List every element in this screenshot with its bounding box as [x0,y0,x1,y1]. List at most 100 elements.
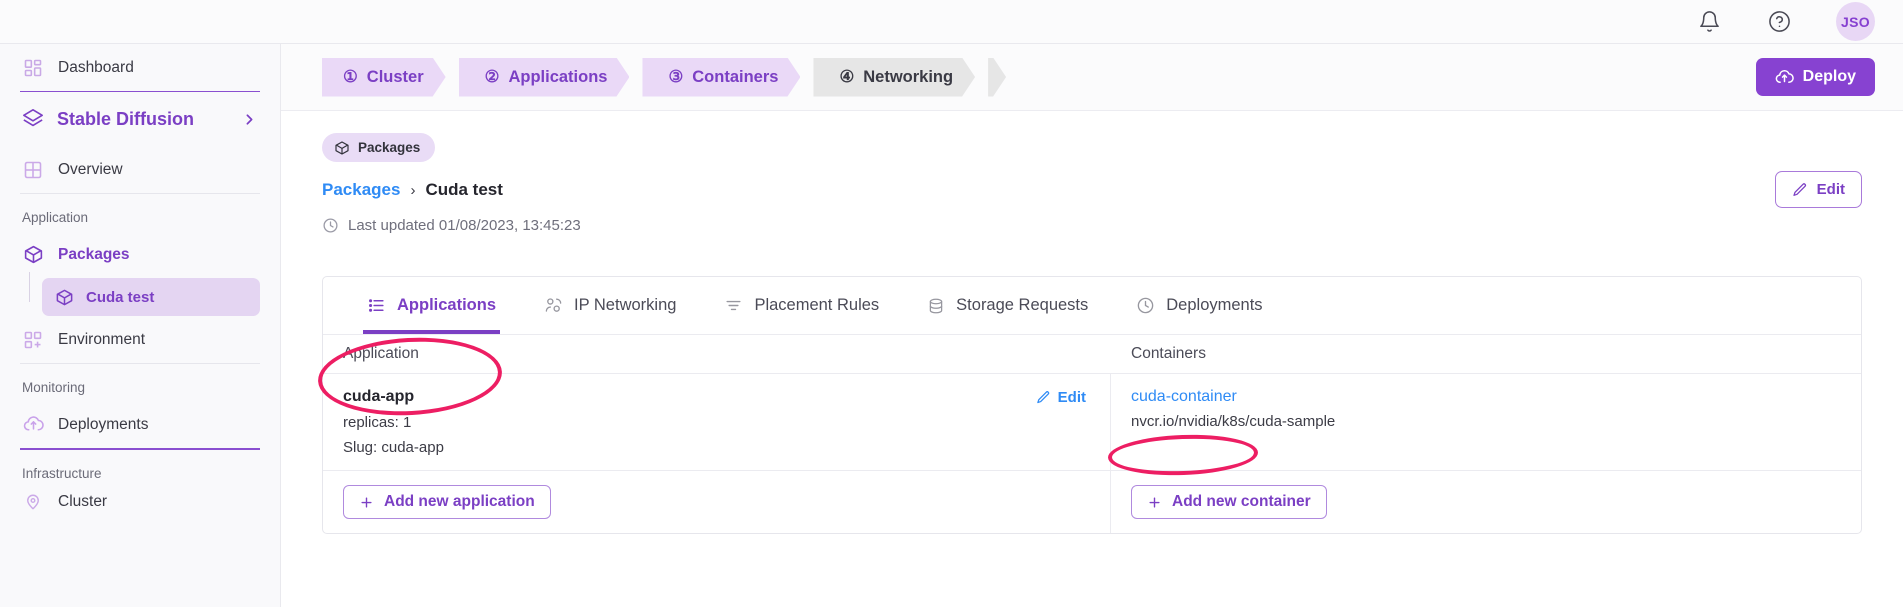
top-bar: JSO [0,0,1903,44]
tab-applications[interactable]: Applications [343,277,520,334]
breadcrumb-link-packages[interactable]: Packages [322,180,400,200]
grid-plus-icon [22,329,44,351]
tab-storage-requests[interactable]: Storage Requests [903,277,1112,334]
tab-label: Applications [397,296,497,314]
add-container-label: Add new container [1172,493,1311,510]
page-content: Packages Packages › Cuda test Last updat… [281,111,1903,607]
tab-deployments[interactable]: Deployments [1112,277,1286,334]
sidebar-project-label: Stable Diffusion [57,108,195,129]
container-image: nvcr.io/nvidia/k8s/cuda-sample [1131,413,1336,430]
breadcrumb: Packages › Cuda test [322,180,1862,200]
sidebar-item-label: Dashboard [58,58,134,76]
page-type-chip: Packages [322,133,436,162]
table-row: cuda-app replicas: 1 Slug: cuda-app Edit [323,374,1861,471]
sidebar-item-label: Environment [58,330,146,348]
containers-cell: cuda-container nvcr.io/nvidia/k8s/cuda-s… [1111,374,1861,470]
sidebar-subnav: Cuda test [20,272,260,317]
pencil-icon [1792,182,1808,198]
sidebar-item-label: Cluster [58,492,108,510]
question-circle-icon[interactable] [1766,9,1792,35]
list-icon [367,296,386,315]
pencil-icon [1036,390,1051,405]
grid-icon [22,57,44,79]
deploy-button-label: Deploy [1802,68,1856,85]
column-header-application: Application [343,345,419,362]
package-icon [55,288,74,307]
table-header-row: Application Containers [323,335,1861,374]
sidebar-item-cuda-test[interactable]: Cuda test [42,278,260,317]
step-label: Networking [863,67,954,86]
application-name: cuda-app [343,388,415,405]
tab-label: Placement Rules [754,296,880,314]
cloud-upload-icon [22,414,44,436]
sidebar-item-deployments[interactable]: Deployments [20,401,260,448]
sidebar-group-infrastructure: Infrastructure [22,465,102,481]
tab-label: IP Networking [574,296,677,314]
sidebar-group-monitoring: Monitoring [22,380,86,396]
clock-icon [1136,296,1155,315]
clock-icon [322,217,339,234]
tab-ip-networking[interactable]: IP Networking [520,277,700,334]
add-application-cell: Add new application [323,471,1111,533]
sidebar-item-label: Cuda test [86,288,155,306]
step-containers[interactable]: ③ Containers [642,58,800,97]
sidebar-item-label: Deployments [58,415,149,433]
step-number: ④ [839,68,855,86]
tab-label: Storage Requests [956,296,1089,314]
main-area: ① Cluster ② Applications ③ Containers ④ … [281,44,1903,607]
step-tail-arrow [988,57,1007,97]
sidebar-item-label: Overview [58,160,123,178]
edit-application-link[interactable]: Edit [1036,389,1086,406]
avatar[interactable]: JSO [1836,2,1875,41]
edit-link-label: Edit [1057,389,1086,406]
application-replicas: replicas: 1 [343,414,412,431]
cloud-upload-icon [1775,68,1794,87]
step-number: ② [484,68,500,86]
window-grid-icon [22,159,44,181]
card-tabs: Applications IP Networking Placement Rul… [323,277,1861,335]
step-cluster[interactable]: ① Cluster [322,58,446,97]
bell-icon[interactable] [1696,9,1722,35]
edit-button-label: Edit [1816,181,1845,198]
add-new-application-button[interactable]: Add new application [343,485,551,519]
sidebar-item-environment[interactable]: Environment [20,316,260,363]
plus-icon [359,495,374,510]
step-label: Applications [508,67,608,86]
application-slug: Slug: cuda-app [343,439,444,456]
add-new-container-button[interactable]: Add new container [1131,485,1327,519]
step-networking[interactable]: ④ Networking [813,58,975,97]
plus-icon [1147,495,1162,510]
pin-icon [22,491,44,513]
chip-label: Packages [358,140,421,155]
stepper-bar: ① Cluster ② Applications ③ Containers ④ … [281,44,1903,111]
last-updated: Last updated 01/08/2023, 13:45:23 [322,217,1862,234]
add-container-cell: Add new container [1111,471,1861,533]
filter-lines-icon [724,296,743,315]
edit-package-button[interactable]: Edit [1774,171,1862,208]
applications-card: Applications IP Networking Placement Rul… [322,276,1862,534]
step-label: Cluster [366,67,424,86]
tab-placement-rules[interactable]: Placement Rules [700,277,903,334]
sidebar-item-project[interactable]: Stable Diffusion [20,92,260,146]
sidebar-group-application: Application [22,210,89,226]
application-cell: cuda-app replicas: 1 Slug: cuda-app Edit [323,374,1111,470]
sidebar-item-dashboard[interactable]: Dashboard [20,44,260,91]
sidebar-item-packages[interactable]: Packages [20,231,260,278]
package-icon [22,244,44,266]
container-link[interactable]: cuda-container [1131,388,1841,406]
breadcrumb-separator: › [410,181,416,199]
step-applications[interactable]: ② Applications [459,58,630,97]
package-icon [334,140,350,156]
column-header-containers: Containers [1131,345,1206,362]
step-label: Containers [692,67,779,86]
network-nodes-icon [544,296,563,315]
chevron-right-icon[interactable] [238,108,260,130]
sidebar-item-overview[interactable]: Overview [20,146,260,193]
top-bar-icons: JSO [1696,2,1875,41]
add-application-label: Add new application [384,493,535,510]
step-number: ① [343,68,358,86]
deploy-button[interactable]: Deploy [1755,58,1875,96]
database-icon [927,297,945,315]
layers-icon [22,108,44,130]
sidebar-item-cluster[interactable]: Cluster [20,487,260,517]
